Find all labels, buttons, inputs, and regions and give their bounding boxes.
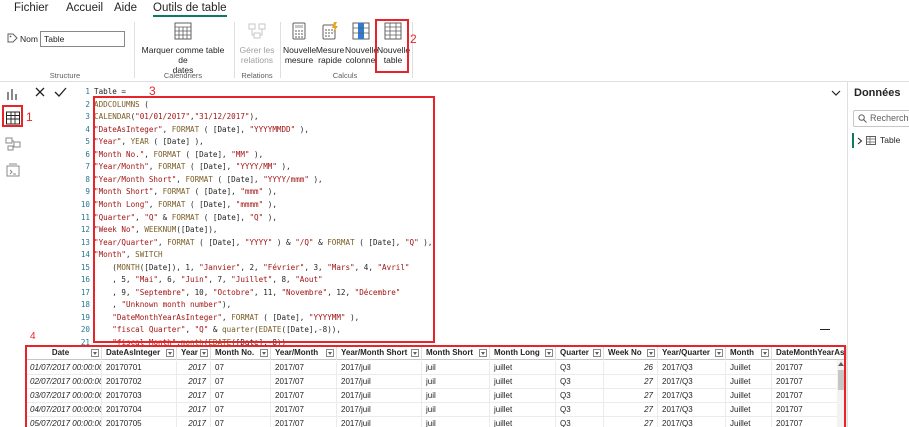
expand-formula-chevron-icon[interactable] [830,88,842,98]
new-measure-label-2: mesure [284,55,314,65]
data-pane: Données Recherch Table [847,82,909,427]
line-number: 12 [80,225,90,235]
new-measure-button[interactable]: Nouvelle mesure [283,21,317,65]
data-pane-title: Données [854,87,901,99]
line-number: 10 [80,199,90,209]
tag-icon [7,33,18,46]
mark-as-date-table-button[interactable]: Marquer comme table de dates [136,21,230,75]
report-view-icon[interactable] [5,86,21,102]
line-number: 1 [85,87,90,96]
cancel-icon[interactable] [34,86,46,101]
manage-relations-label-1: Gérer les [239,45,275,55]
calendar-table-icon [136,21,230,43]
annotation-number-1: 1 [26,110,33,124]
quick-measure-label-2: rapide [318,55,342,65]
line-number: 7 [85,162,90,172]
tab-outils-de-table[interactable]: Outils de table [153,2,227,17]
quick-measure-label-1: Mesure [315,45,345,55]
mark-as-date-table-label-1: Marquer comme table de [141,45,225,65]
search-icon [858,114,867,125]
quick-measure-button[interactable]: Mesure rapide [315,21,345,65]
new-column-label-2: colonne [345,55,376,65]
commit-check-icon[interactable] [54,86,67,101]
calculator-icon [283,21,315,43]
line-number: 9 [85,187,90,197]
formula-resize-handle[interactable] [820,329,830,330]
line-number: 16 [80,275,90,285]
group-label-calendriers: Calendriers [163,71,203,80]
annotation-box-1 [2,105,23,127]
tab-accueil[interactable]: Accueil [66,2,103,14]
menu-bar: Fichier Accueil Aide Outils de table [0,0,909,18]
table-name-input[interactable] [40,31,125,47]
line-number: 14 [80,250,90,260]
line-number: 19 [80,312,90,322]
tab-fichier[interactable]: Fichier [14,2,49,14]
line-number: 17 [80,287,90,297]
ribbon: Nom Structure Marquer comme table de dat… [0,18,909,82]
dax-query-view-icon[interactable] [5,162,21,178]
new-column-icon [345,21,376,43]
group-label-structure: Structure [49,71,81,80]
manage-relations-label-2: relations [240,55,274,65]
group-separator [234,22,235,78]
annotation-number-4: 4 [30,331,36,342]
line-number: 18 [80,300,90,310]
search-placeholder: Recherch [870,113,909,123]
name-label: Nom [20,34,38,44]
annotation-box-2 [375,19,409,73]
line-number: 3 [85,112,90,122]
model-view-icon[interactable] [5,136,21,152]
group-label-relations: Relations [241,71,273,80]
line-number: 11 [80,212,90,222]
tab-aide[interactable]: Aide [114,2,137,14]
annotation-box-4 [25,345,846,427]
annotation-number-3: 3 [149,84,156,98]
relations-icon [237,21,277,43]
line-number: 13 [80,237,90,247]
new-column-label-1: Nouvelle [345,45,379,55]
line-number: 15 [80,262,90,272]
new-measure-label-1: Nouvelle [283,45,317,55]
group-separator [280,22,281,78]
group-separator [412,22,413,78]
line-number: 2 [85,99,90,109]
chevron-right-icon [857,137,863,147]
line-number: 20 [80,325,90,335]
manage-relations-button[interactable]: Gérer les relations [237,21,277,65]
data-pane-item-table[interactable]: Table [852,133,909,148]
formula-bar-tools [28,84,76,101]
view-rail [0,82,26,427]
line-number: 8 [85,174,90,184]
data-pane-item-label: Table [880,135,901,145]
table-icon [866,136,876,147]
line-number: 6 [85,149,90,159]
annotation-number-2: 2 [410,32,417,46]
group-separator [134,22,135,78]
line-number: 4 [85,124,90,134]
annotation-box-3 [93,96,435,343]
new-column-button[interactable]: Nouvelle colonne [345,21,379,65]
line-number: 5 [85,137,90,147]
quick-measure-icon [315,21,345,43]
data-pane-search-input[interactable]: Recherch [853,110,909,127]
